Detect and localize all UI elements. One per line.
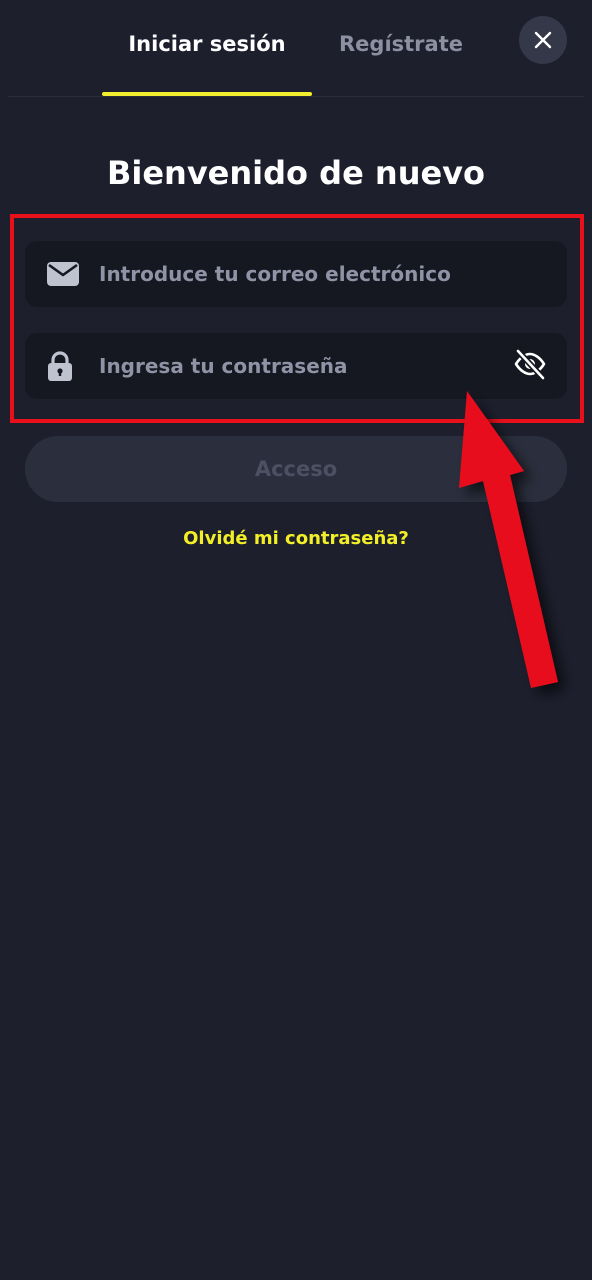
forgot-password-link[interactable]: Olvidé mi contraseña?: [0, 528, 592, 549]
tab-register[interactable]: Regístrate: [326, 32, 476, 56]
close-button[interactable]: [519, 16, 567, 64]
login-button[interactable]: Acceso: [25, 436, 567, 502]
auth-tabs: Iniciar sesión Regístrate: [8, 0, 584, 97]
close-icon: [534, 31, 552, 49]
annotation-highlight-box: [10, 214, 584, 423]
tab-login[interactable]: Iniciar sesión: [102, 32, 312, 56]
annotation-arrow: [459, 391, 558, 688]
page-title: Bienvenido de nuevo: [106, 154, 486, 192]
active-tab-indicator: [102, 92, 312, 96]
